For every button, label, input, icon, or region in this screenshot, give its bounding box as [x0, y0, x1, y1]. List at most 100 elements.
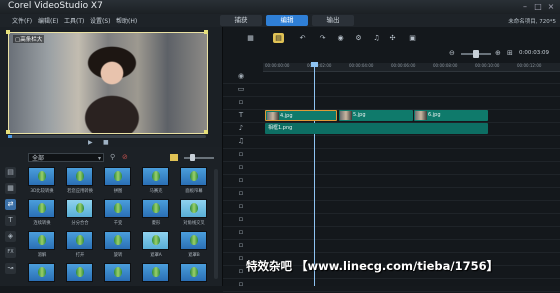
- transition-thumbnail[interactable]: [100, 263, 136, 293]
- slider-knob[interactable]: [190, 154, 195, 161]
- track-row[interactable]: ▫: [223, 240, 560, 253]
- menu-help[interactable]: 帮助(H): [116, 16, 137, 25]
- graphic-icon[interactable]: ◈: [5, 231, 16, 242]
- stop-icon[interactable]: ■: [103, 139, 109, 146]
- track-row[interactable]: ▫: [223, 188, 560, 201]
- media-icon[interactable]: ▤: [5, 167, 16, 178]
- transition-thumbnail[interactable]: 旋转: [100, 231, 136, 261]
- motion-tracking-icon[interactable]: ✣: [387, 33, 398, 43]
- transition-thumbnail[interactable]: 分分合合: [62, 199, 98, 229]
- timecode-display[interactable]: 0:00:03:09: [519, 50, 549, 56]
- video-clip[interactable]: 6.jpg: [414, 110, 488, 121]
- zoom-out-icon[interactable]: ⊖: [449, 49, 455, 57]
- menu-file[interactable]: 文件(F): [12, 16, 32, 25]
- preview-scrubber[interactable]: [8, 135, 206, 138]
- video-track-icon[interactable]: ▭: [236, 85, 246, 94]
- track-row[interactable]: ▫: [223, 149, 560, 162]
- maximize-icon[interactable]: □: [533, 2, 543, 11]
- transition-thumbnail[interactable]: 3D比较转换: [24, 167, 60, 197]
- transition-thumbnail[interactable]: 遮罩B: [176, 231, 212, 261]
- transition-thumbnail[interactable]: 遮罩A: [138, 231, 174, 261]
- overlay-track-icon[interactable]: ▫: [236, 176, 246, 185]
- overlay-track-icon[interactable]: ▫: [236, 215, 246, 224]
- transition-thumbnail[interactable]: [24, 263, 60, 293]
- transition-thumbnail[interactable]: 千变: [100, 199, 136, 229]
- transition-thumbnail[interactable]: 打开: [62, 231, 98, 261]
- overlay-track-icon[interactable]: ▫: [236, 267, 246, 276]
- tab-edit[interactable]: 编辑: [266, 15, 308, 26]
- transition-thumbnail[interactable]: 面板帘幕: [176, 167, 212, 197]
- library-scrollbar[interactable]: [214, 169, 218, 279]
- auto-music-icon[interactable]: ♫: [371, 33, 382, 43]
- minimize-icon[interactable]: –: [520, 2, 530, 11]
- tab-share[interactable]: 输出: [312, 15, 354, 26]
- close-icon[interactable]: ×: [546, 2, 556, 11]
- overlay-track-icon[interactable]: ▫: [236, 280, 246, 289]
- transition-thumbnail[interactable]: [62, 263, 98, 293]
- track-row[interactable]: ▫: [223, 201, 560, 214]
- overlay-track-icon[interactable]: ▫: [236, 254, 246, 263]
- overlay-clip[interactable]: 相框1.png: [265, 123, 488, 134]
- overlay-track-icon[interactable]: ▫: [236, 189, 246, 198]
- resize-handle[interactable]: [6, 30, 10, 34]
- transition-thumbnail[interactable]: 若您应用转换: [62, 167, 98, 197]
- resize-handle[interactable]: [6, 130, 10, 134]
- transition-thumbnail[interactable]: 拼图: [100, 167, 136, 197]
- overlay-track-icon[interactable]: ▫: [236, 98, 246, 107]
- transition-thumbnail[interactable]: 马赛克: [138, 167, 174, 197]
- title-track-icon[interactable]: T: [236, 111, 246, 120]
- fit-project-icon[interactable]: ⊞: [507, 49, 513, 57]
- track-row[interactable]: ♫: [223, 136, 560, 149]
- redo-icon[interactable]: ↷: [317, 33, 328, 43]
- track-row[interactable]: ▫: [223, 97, 560, 110]
- music-track-icon[interactable]: ♫: [236, 137, 246, 146]
- track-row[interactable]: ▫: [223, 175, 560, 188]
- transition-icon[interactable]: ⇄: [5, 199, 16, 210]
- menu-tools[interactable]: 工具(T): [64, 16, 84, 25]
- category-dropdown[interactable]: 全部 ▾: [28, 153, 104, 162]
- menu-settings[interactable]: 设置(S): [90, 16, 111, 25]
- thumbnail-size-slider[interactable]: [184, 157, 214, 159]
- undo-icon[interactable]: ↶: [297, 33, 308, 43]
- tab-capture[interactable]: 捕获: [220, 15, 262, 26]
- track-row[interactable]: ▫: [223, 162, 560, 175]
- eye-icon[interactable]: ◉: [236, 72, 246, 81]
- overlay-track-icon[interactable]: ▫: [236, 241, 246, 250]
- preview-window[interactable]: ▢高条栏大: [8, 32, 208, 134]
- overlay-track-icon[interactable]: ▫: [236, 163, 246, 172]
- track-row[interactable]: ▭: [223, 84, 560, 97]
- transition-thumbnail[interactable]: 连续转换: [24, 199, 60, 229]
- track-row[interactable]: ◉: [223, 71, 560, 84]
- folder-icon[interactable]: [170, 154, 178, 161]
- overlay-track-icon[interactable]: ▫: [236, 228, 246, 237]
- transition-thumbnail[interactable]: [176, 263, 212, 293]
- zoom-knob[interactable]: [473, 50, 479, 58]
- timeline-view-icon[interactable]: ▤: [273, 33, 284, 43]
- resize-handle[interactable]: [204, 30, 208, 34]
- play-icon[interactable]: ▶: [88, 139, 93, 146]
- video-clip[interactable]: 5.jpg: [339, 110, 413, 121]
- title-icon[interactable]: T: [5, 215, 16, 226]
- track-row[interactable]: ▫: [223, 214, 560, 227]
- video-clip[interactable]: 4.jpg: [265, 110, 337, 121]
- track-row[interactable]: ▫: [223, 227, 560, 240]
- remove-icon[interactable]: ⊘: [122, 153, 128, 161]
- subtitle-editor-icon[interactable]: ▣: [407, 33, 418, 43]
- path-icon[interactable]: ↝: [5, 263, 16, 274]
- resize-handle[interactable]: [204, 130, 208, 134]
- transition-thumbnail[interactable]: 对角线交叉: [176, 199, 212, 229]
- filter-icon[interactable]: FX: [5, 247, 16, 258]
- record-icon[interactable]: ◉: [335, 33, 346, 43]
- transition-thumbnail[interactable]: 菱形: [138, 199, 174, 229]
- menu-edit[interactable]: 编辑(E): [38, 16, 58, 25]
- transition-thumbnail[interactable]: [138, 263, 174, 293]
- zoom-in-icon[interactable]: ⊕: [495, 49, 501, 57]
- instant-project-icon[interactable]: ▦: [5, 183, 16, 194]
- overlay-track-icon[interactable]: ▫: [236, 202, 246, 211]
- apply-transition-icon[interactable]: ⚲: [110, 153, 115, 161]
- storyboard-view-icon[interactable]: ▦: [245, 33, 256, 43]
- transition-thumbnail[interactable]: 溶解: [24, 231, 60, 261]
- overlay-track-icon[interactable]: ▫: [236, 150, 246, 159]
- voice-track-icon[interactable]: ♪: [236, 124, 246, 133]
- playhead[interactable]: [314, 63, 315, 286]
